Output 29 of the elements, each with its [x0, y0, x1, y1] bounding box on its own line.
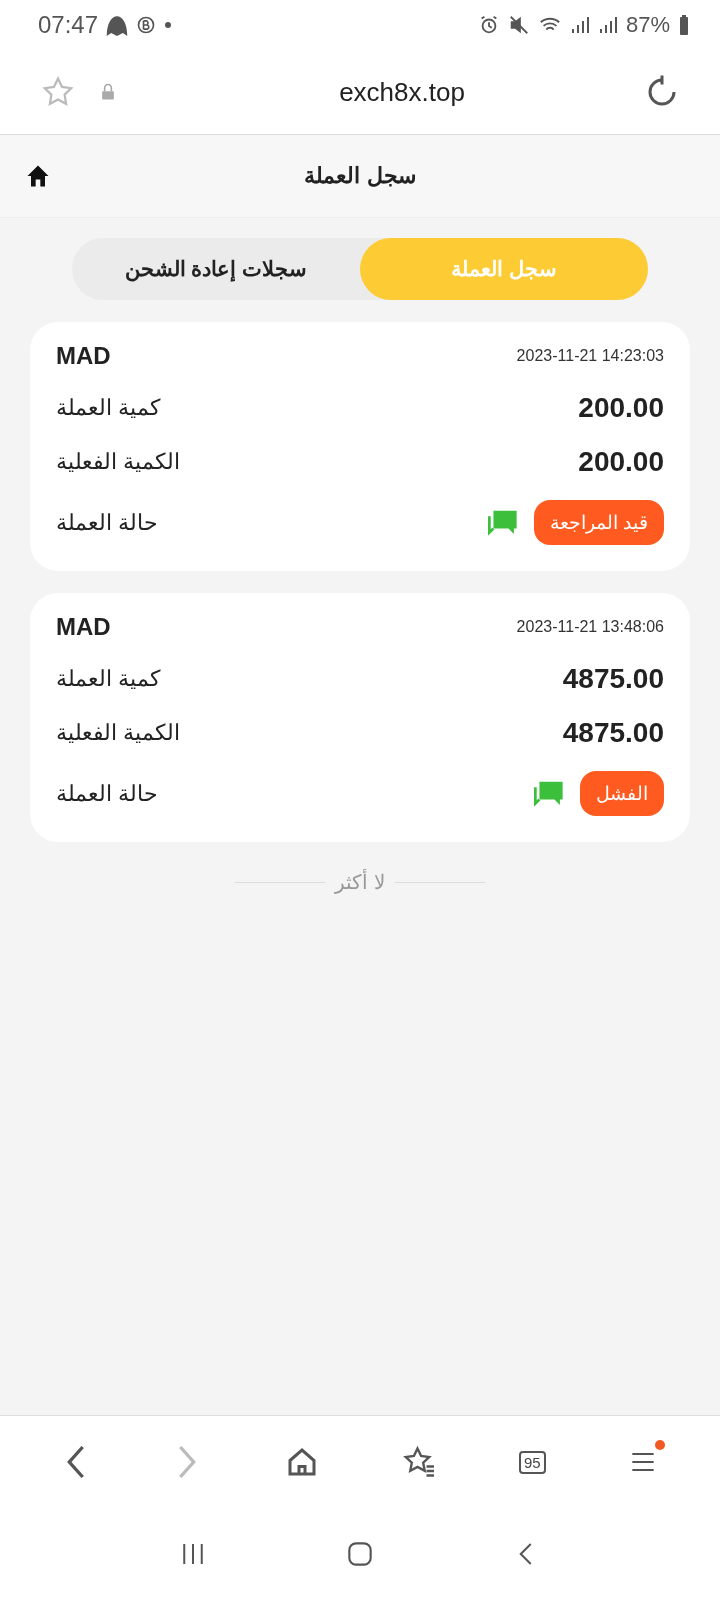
field-label: الكمية الفعلية — [56, 720, 181, 746]
field-label: حالة العملة — [56, 509, 159, 536]
ghost-icon — [106, 14, 129, 36]
timestamp: 2023-11-21 14:23:03 — [516, 347, 664, 365]
amount-value: 200.00 — [578, 446, 664, 478]
status-badge: قيد المراجعة — [533, 500, 664, 545]
field-label: كمية العملة — [56, 395, 161, 421]
field-label: الكمية الفعلية — [56, 449, 181, 475]
end-of-list-text: لا أكثر — [335, 870, 385, 894]
amount-value: 4875.00 — [562, 717, 664, 749]
clock-time: 07:47 — [38, 11, 99, 39]
signal-icon — [569, 15, 590, 35]
dot-icon — [164, 21, 173, 29]
battery-level: 87% — [625, 12, 670, 38]
status-badge: الفشل — [580, 771, 664, 816]
currency-code: MAD — [56, 342, 111, 370]
field-label: كمية العملة — [56, 666, 161, 692]
amount-value: 4875.00 — [562, 663, 664, 695]
page-title: سجل العملة — [303, 163, 417, 189]
tab[interactable]: سجلات إعادة الشحن — [72, 238, 360, 300]
timestamp: 2023-11-21 13:48:06 — [516, 618, 664, 636]
currency-code: MAD — [56, 613, 111, 641]
address-text[interactable]: exch8x.top — [339, 76, 465, 108]
signal-icon — [597, 15, 618, 35]
battery-icon — [678, 14, 690, 36]
mute-icon — [507, 14, 530, 36]
field-label: حالة العملة — [56, 780, 159, 807]
tabs-button[interactable]: 95 — [518, 1450, 546, 1474]
amount-value: 200.00 — [578, 392, 664, 424]
